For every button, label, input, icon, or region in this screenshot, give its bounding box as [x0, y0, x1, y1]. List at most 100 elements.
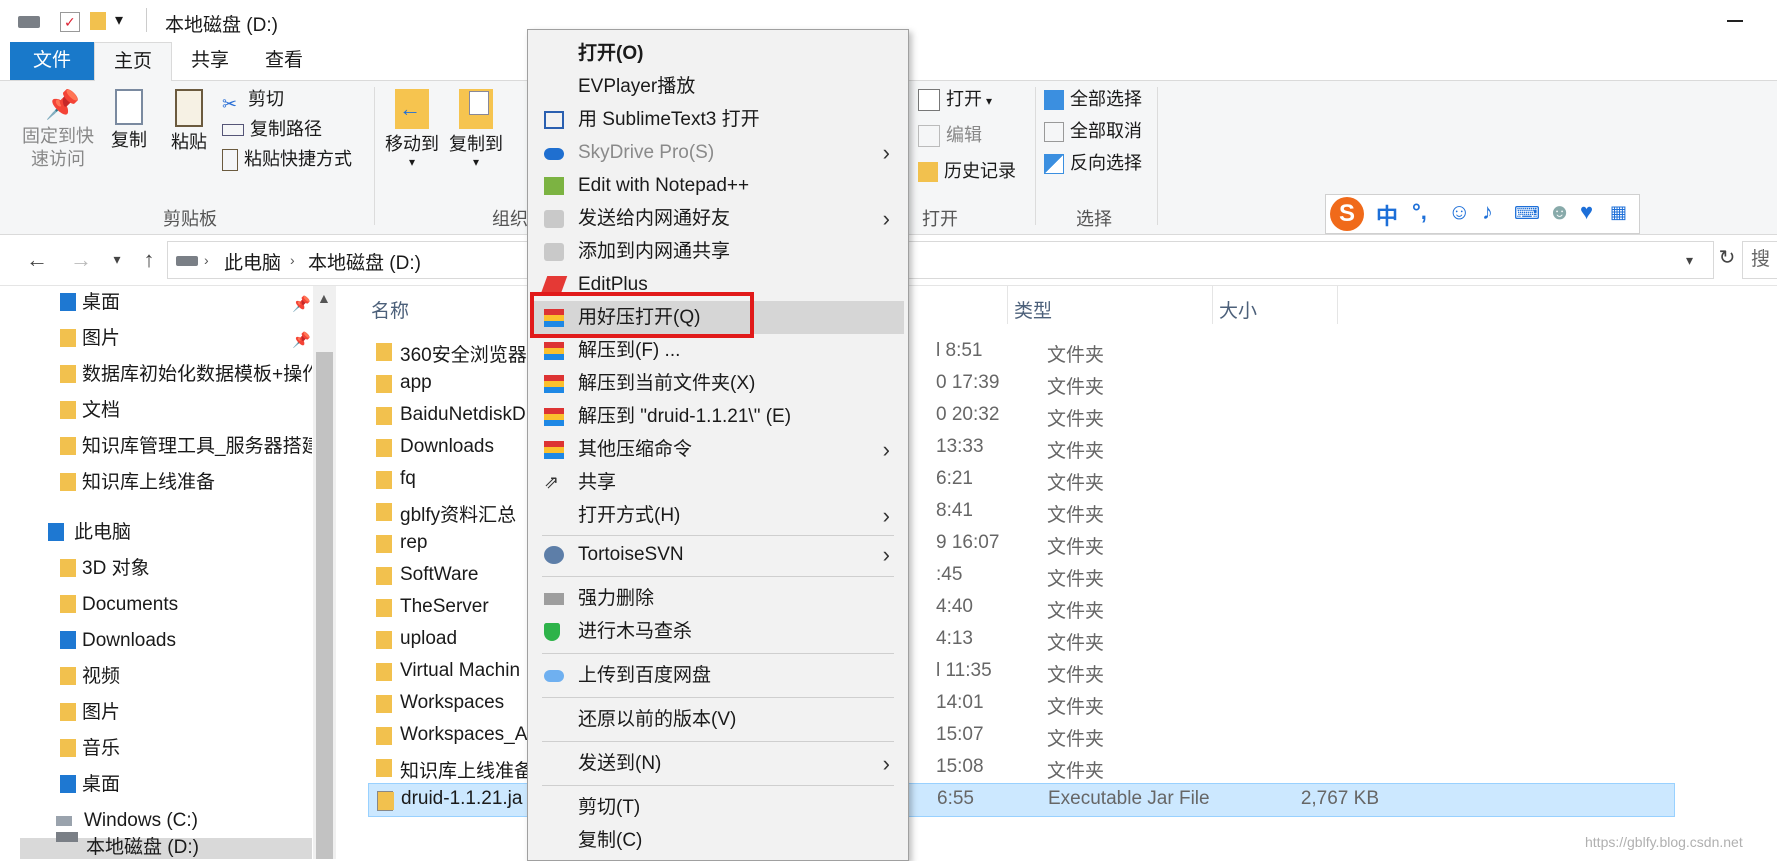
menu-item-extract-here[interactable]: 解压到当前文件夹(X) [528, 367, 908, 400]
properties-icon[interactable]: ✓ [60, 12, 80, 32]
copy-to-button[interactable]: 复制到 ▾ [446, 89, 506, 168]
menu-item-trojan-scan[interactable]: 进行木马查杀 [528, 615, 908, 648]
tab-share[interactable]: 共享 [178, 42, 242, 80]
folder-icon [376, 631, 392, 649]
address-bar[interactable]: › 此电脑 › 本地磁盘 (D:) ▾ [167, 241, 1714, 279]
menu-item-copy[interactable]: 复制(C) [528, 824, 908, 857]
paste-button[interactable]: 粘贴 [164, 89, 214, 154]
file-name: app [400, 372, 432, 393]
folder-icon [376, 439, 392, 457]
customize-qat-icon[interactable]: ▾ [115, 10, 123, 30]
column-header-name[interactable]: 名称 [371, 296, 409, 323]
microphone-icon[interactable]: ♪ [1482, 199, 1493, 225]
menu-item-open-with[interactable]: 打开方式(H) › [528, 499, 908, 532]
column-header-size[interactable]: 大小 [1219, 296, 1257, 323]
menu-item-sublime[interactable]: 用 SublimeText3 打开 [528, 103, 908, 136]
up-icon[interactable]: ↑ [134, 247, 164, 273]
toolbox-icon[interactable]: ▦ [1610, 202, 1627, 223]
menu-item-restore-versions[interactable]: 还原以前的版本(V) [528, 703, 908, 736]
new-folder-icon[interactable] [90, 12, 106, 30]
tab-home[interactable]: 主页 [94, 42, 172, 82]
back-icon[interactable]: ← [22, 247, 52, 273]
menu-item-skydrive[interactable]: SkyDrive Pro(S) › [528, 136, 908, 169]
column-separator[interactable] [1337, 286, 1338, 324]
nav-quick-item[interactable]: 文档 [60, 394, 120, 428]
nav-selected-item[interactable]: 本地磁盘 (D:) [20, 832, 312, 859]
search-input[interactable]: 搜 [1742, 241, 1777, 279]
nav-pc-item[interactable]: 音乐 [60, 732, 120, 766]
nav-scrollbar-thumb[interactable] [316, 352, 333, 859]
column-separator[interactable] [1007, 286, 1008, 324]
breadcrumb-this-pc[interactable]: 此电脑 [224, 248, 281, 275]
menu-item-send-to-friend[interactable]: 发送给内网通好友 › [528, 202, 908, 235]
tab-file[interactable]: 文件 [10, 42, 94, 80]
file-type: 文件夹 [1047, 409, 1105, 430]
ime-mode-toggle[interactable]: 中 [1376, 199, 1398, 231]
menu-item-cut[interactable]: 剪切(T) [528, 791, 908, 824]
menu-label: 发送给内网通好友 [578, 208, 731, 229]
menu-item-evplayer[interactable]: EVPlayer播放 [528, 70, 908, 103]
menu-item-other-compress[interactable]: 其他压缩命令 › [528, 433, 908, 466]
refresh-icon[interactable]: ↻ [1712, 245, 1742, 270]
nav-pc-item[interactable]: 视频 [60, 660, 120, 694]
documents-icon [60, 595, 76, 613]
select-none-button[interactable]: 全部取消 [1044, 117, 1142, 145]
nav-quick-item[interactable]: 知识库上线准备 [60, 466, 215, 500]
keyboard-icon[interactable]: ⌨ [1514, 203, 1540, 224]
menu-item-baidu-upload[interactable]: 上传到百度网盘 [528, 659, 908, 692]
file-name: druid-1.1.21.ja [401, 788, 523, 809]
copy-path-button[interactable]: 复制路径 [222, 115, 322, 143]
skin-icon[interactable]: ♥ [1580, 199, 1593, 225]
nav-pc-item[interactable]: 桌面 [60, 768, 120, 802]
scroll-up-icon[interactable]: ▲ [317, 290, 331, 306]
breadcrumb-drive-d[interactable]: 本地磁盘 (D:) [308, 248, 421, 275]
move-to-button[interactable]: ← 移动到 ▾ [382, 89, 442, 168]
sogou-logo-icon[interactable]: S [1330, 197, 1364, 231]
nav-quick-item[interactable]: 知识库管理工具_服务器搭建 [60, 430, 312, 464]
pin-to-quick-access-button[interactable]: 📌 固定到快 速访问 [18, 89, 98, 171]
menu-item-send-to[interactable]: 发送到(N) › [528, 747, 908, 780]
cut-button[interactable]: ✂ 剪切 [222, 85, 284, 114]
file-name: Workspaces_A [400, 724, 528, 745]
menu-item-share[interactable]: ⇗ 共享 [528, 466, 908, 499]
tab-view[interactable]: 查看 [252, 42, 316, 80]
nav-pc-item[interactable]: 图片 [60, 696, 120, 730]
menu-item-notepadpp[interactable]: Edit with Notepad++ [528, 169, 908, 202]
forward-icon[interactable]: → [66, 247, 96, 273]
crumb-chevron-icon[interactable]: › [204, 252, 209, 268]
open-button[interactable]: 打开 ▾ [918, 85, 992, 113]
menu-item-add-share[interactable]: 添加到内网通共享 [528, 235, 908, 268]
recent-locations-icon[interactable]: ▾ [102, 251, 132, 268]
copy-to-label: 复制到 [449, 134, 503, 154]
edit-button[interactable]: 编辑 [918, 121, 982, 149]
nav-pc-item[interactable]: Downloads [60, 624, 176, 658]
column-header-type[interactable]: 类型 [1014, 296, 1052, 323]
nav-quick-item[interactable]: 数据库初始化数据模板+操作 [60, 358, 312, 392]
column-separator[interactable] [1212, 286, 1213, 324]
crumb-chevron-icon[interactable]: › [290, 252, 295, 268]
menu-item-force-delete[interactable]: 强力删除 [528, 582, 908, 615]
menu-item-open[interactable]: 打开(O) [528, 37, 908, 70]
minimize-button[interactable] [1715, 8, 1755, 34]
nav-pc-item[interactable]: 3D 对象 [60, 552, 150, 586]
nav-pc-item[interactable]: Documents [60, 588, 178, 622]
paste-shortcut-button[interactable]: 粘贴快捷方式 [222, 145, 352, 173]
pinned-icon[interactable]: 📌 [292, 295, 311, 313]
address-dropdown-icon[interactable]: ▾ [1686, 252, 1693, 269]
ime-toolbar: S 中 °, ☺ ♪ ⌨ ☻ ♥ ▦ [1325, 194, 1640, 234]
select-all-button[interactable]: 全部选择 [1044, 85, 1142, 113]
invert-selection-button[interactable]: 反向选择 [1044, 149, 1142, 177]
menu-item-extract-to[interactable]: 解压到(F) ... [528, 334, 908, 367]
nav-quick-item[interactable]: 图片 [60, 322, 120, 356]
nav-this-pc[interactable]: 此电脑 [48, 516, 131, 550]
pinned-icon[interactable]: 📌 [292, 331, 311, 349]
ime-punctuation-toggle[interactable]: °, [1412, 199, 1427, 225]
file-type: 文件夹 [1047, 345, 1105, 366]
history-button[interactable]: 历史记录 [918, 157, 1016, 185]
emoji-icon[interactable]: ☺ [1448, 199, 1470, 225]
menu-item-tortoisesvn[interactable]: TortoiseSVN › [528, 538, 908, 571]
menu-item-extract-folder[interactable]: 解压到 "druid-1.1.21\" (E) [528, 400, 908, 433]
nav-quick-item[interactable]: 桌面 [60, 286, 120, 320]
user-icon[interactable]: ☻ [1548, 199, 1571, 225]
copy-button[interactable]: 复制 [104, 89, 154, 152]
